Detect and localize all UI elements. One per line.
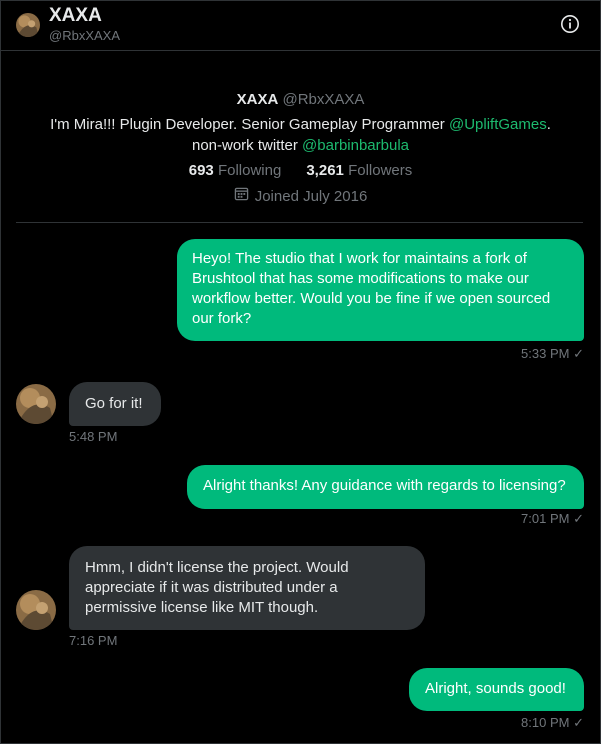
- profile-bio: I'm Mira!!! Plugin Developer. Senior Gam…: [16, 114, 585, 156]
- time-text: 7:01 PM: [521, 511, 570, 526]
- sent-check-icon: ✓: [573, 511, 584, 526]
- message-timestamp: 7:16 PM: [69, 633, 118, 648]
- message-timestamp: 7:01 PM ✓: [440, 511, 584, 527]
- message-bubble-sent[interactable]: Alright thanks! Any guidance with regard…: [187, 465, 584, 509]
- bio-text: I'm Mira!!! Plugin Developer. Senior Gam…: [50, 116, 449, 133]
- message-text: Hmm, I didn't license the project. Would…: [85, 559, 349, 616]
- avatar[interactable]: [16, 384, 56, 424]
- message-bubble-received[interactable]: Hmm, I didn't license the project. Would…: [69, 546, 425, 630]
- followers-count: 3,261: [306, 162, 344, 179]
- following-link[interactable]: 693 Following: [189, 162, 282, 179]
- message-bubble-sent[interactable]: Alright, sounds good!: [409, 668, 584, 711]
- bio-text: non-work twitter: [191, 137, 303, 154]
- profile-name[interactable]: XAXA: [237, 91, 279, 108]
- followers-label: Followers: [348, 162, 413, 179]
- sent-check-icon: ✓: [573, 715, 584, 730]
- message-bubble-received[interactable]: Go for it!: [69, 382, 161, 426]
- profile-title[interactable]: XAXA @RbxXAXA: [16, 90, 585, 110]
- message-timestamp: 5:33 PM ✓: [440, 346, 584, 362]
- message-text: Alright, sounds good!: [425, 680, 566, 697]
- joined-date: Joined July 2016: [16, 186, 585, 207]
- profile-stats: 693 Following 3,261 Followers: [16, 161, 585, 181]
- conversation-header: XAXA @RbxXAXA: [0, 0, 601, 51]
- following-count: 693: [188, 162, 214, 179]
- followers-link[interactable]: 3,261 Followers: [306, 162, 412, 179]
- message-text: Go for it!: [85, 395, 143, 412]
- header-name[interactable]: XAXA: [49, 5, 102, 27]
- following-label: Following: [217, 162, 282, 179]
- avatar[interactable]: [16, 590, 56, 630]
- header-handle: @RbxXAXA: [49, 28, 120, 43]
- message-text: Alright thanks! Any guidance with regard…: [203, 477, 566, 494]
- sent-check-icon: ✓: [573, 346, 584, 361]
- bio-text: .: [546, 116, 551, 133]
- message-text: Heyo! The studio that I work for maintai…: [192, 250, 551, 327]
- time-text: 5:33 PM: [521, 346, 570, 361]
- profile-summary: XAXA @RbxXAXA I'm Mira!!! Plugin Develop…: [16, 90, 585, 207]
- joined-text: Joined July 2016: [254, 187, 368, 205]
- time-text: 8:10 PM: [521, 715, 570, 730]
- message-timestamp: 5:48 PM: [69, 429, 118, 444]
- profile-handle: @RbxXAXA: [282, 91, 365, 108]
- info-icon[interactable]: [560, 14, 580, 34]
- message-timestamp: 8:10 PM ✓: [440, 715, 584, 731]
- divider: [16, 222, 583, 223]
- bio-link-upliftgames[interactable]: @UpliftGames: [449, 116, 547, 133]
- bio-link-barbinbarbula[interactable]: @barbinbarbula: [302, 137, 409, 154]
- avatar[interactable]: [16, 13, 40, 37]
- calendar-icon: [234, 186, 249, 207]
- message-bubble-sent[interactable]: Heyo! The studio that I work for maintai…: [177, 239, 584, 341]
